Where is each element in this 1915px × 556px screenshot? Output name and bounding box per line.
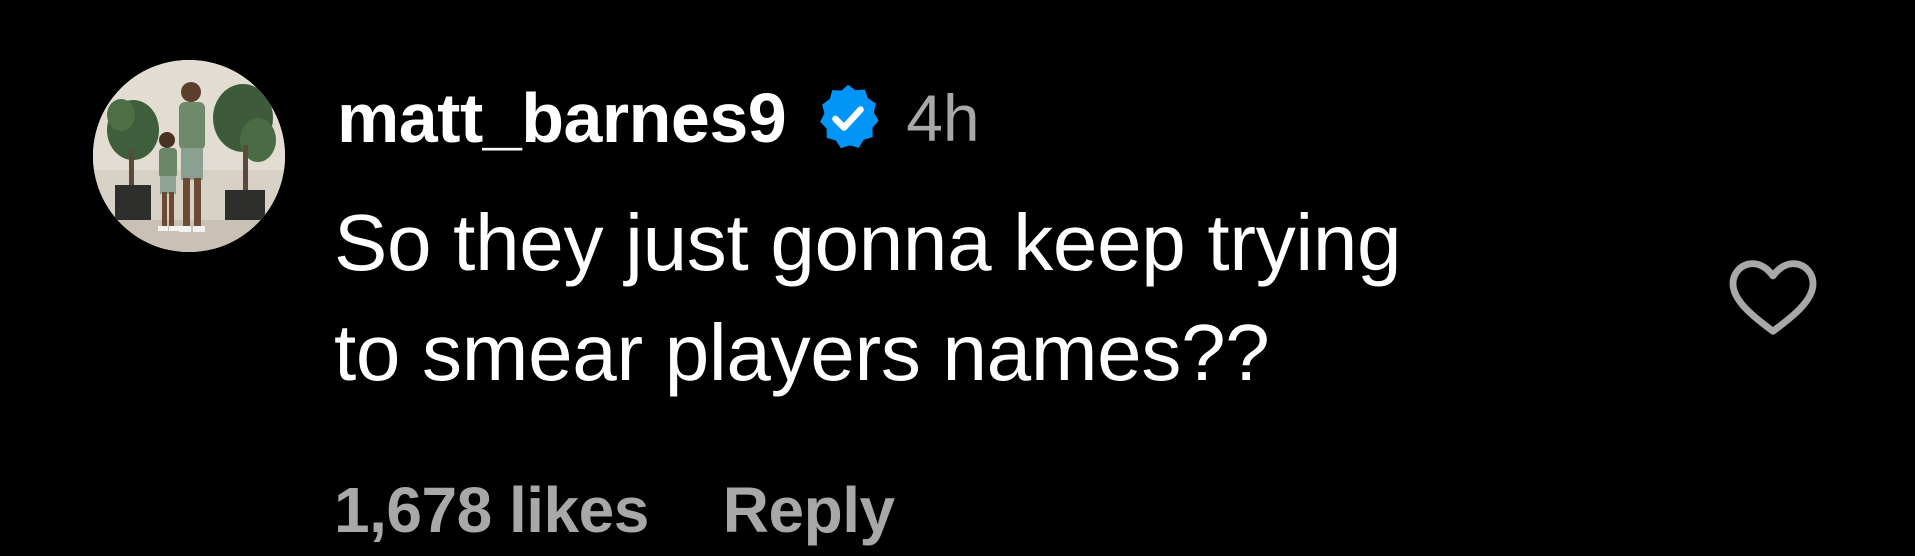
likes-count[interactable]: 1,678 likes: [334, 473, 649, 547]
username[interactable]: matt_barnes9: [337, 78, 787, 158]
comment-footer: 1,678 likes Reply: [334, 470, 895, 550]
comment-text-line: to smear players names??: [334, 308, 1270, 397]
comment-header: matt_barnes9 4h: [337, 78, 980, 158]
timestamp: 4h: [906, 81, 980, 155]
avatar[interactable]: [93, 60, 285, 252]
comment-text: So they just gonna keep trying to smear …: [334, 188, 1714, 408]
verified-badge-icon: [812, 82, 884, 154]
like-heart-icon[interactable]: [1726, 258, 1820, 338]
comment-text-line: So they just gonna keep trying: [334, 198, 1402, 287]
reply-button[interactable]: Reply: [723, 473, 895, 547]
avatar-photo: [93, 60, 285, 252]
